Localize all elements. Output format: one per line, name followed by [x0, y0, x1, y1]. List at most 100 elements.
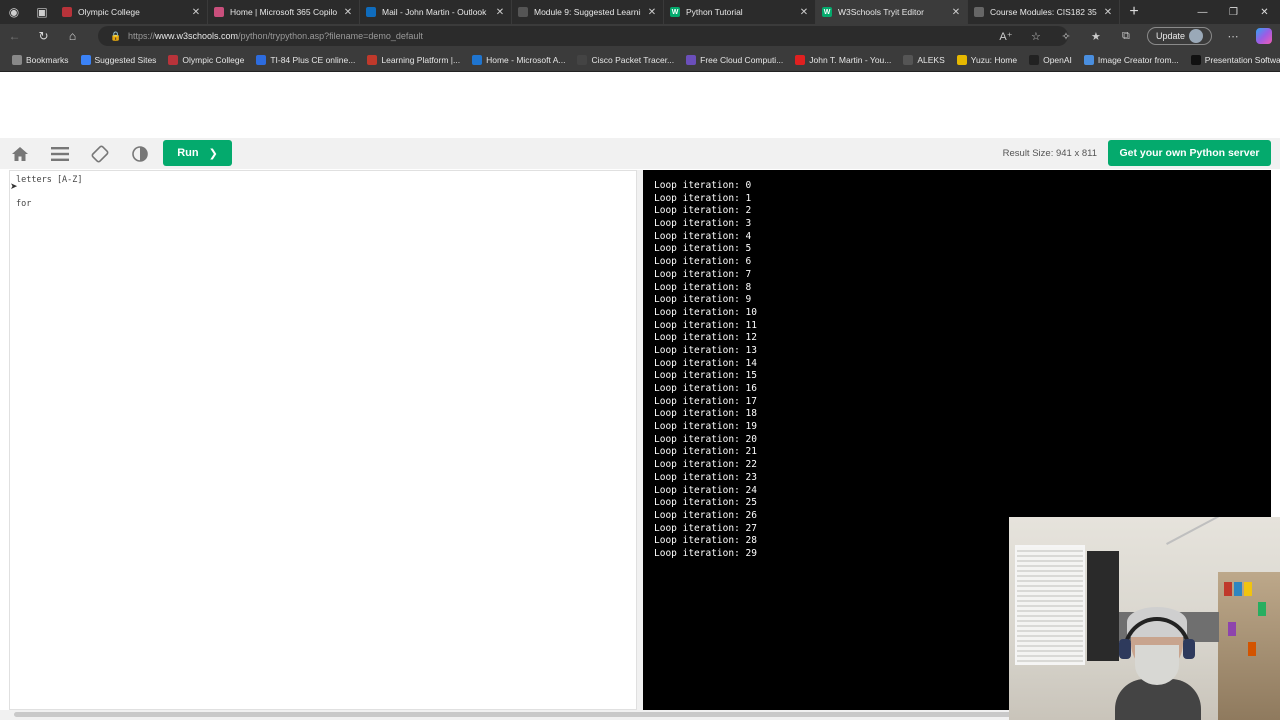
headset-ear-right — [1183, 639, 1195, 659]
dark-mode-icon[interactable] — [120, 138, 160, 169]
copilot-icon[interactable] — [1256, 28, 1272, 44]
bookmark-label: Suggested Sites — [94, 54, 157, 65]
webcam-overlay — [1009, 517, 1280, 720]
tab-close-icon[interactable]: ✕ — [951, 7, 961, 18]
bookmark-label: OpenAI — [1043, 54, 1072, 65]
tab-favicon-icon: W — [822, 7, 832, 17]
back-icon[interactable]: ← — [0, 24, 29, 48]
output-line: Loop iteration: 4 — [654, 230, 752, 242]
bookmark-item[interactable]: TI-84 Plus CE online... — [250, 48, 361, 72]
code-line: for — [16, 199, 32, 209]
bookmark-favicon-icon — [956, 54, 967, 65]
profile-icon[interactable]: ◉ — [0, 0, 28, 24]
more-menu-icon[interactable]: ⋯ — [1218, 30, 1248, 43]
output-line: Loop iteration: 5 — [654, 243, 752, 255]
output-line: Loop iteration: 9 — [654, 294, 752, 306]
bookmark-label: Learning Platform |... — [381, 54, 461, 65]
tab-strip: Olympic College ✕ Home | Microsoft 365 Cop… — [56, 0, 1120, 24]
read-aloud-icon[interactable]: A⁺ — [991, 30, 1021, 43]
tab-close-icon[interactable]: ✕ — [1103, 7, 1113, 18]
bookmark-item[interactable]: Olympic College — [162, 48, 250, 72]
extensions-icon[interactable]: ✧ — [1051, 30, 1081, 43]
output-line: Loop iteration: 29 — [654, 547, 757, 559]
webcam-bookshelf — [1218, 572, 1280, 720]
bookmark-favicon-icon — [367, 54, 378, 65]
tab-close-icon[interactable]: ✕ — [343, 7, 353, 18]
bookmark-label: Free Cloud Computi... — [700, 54, 784, 65]
output-line: Loop iteration: 2 — [654, 205, 752, 217]
tab-actions-icon[interactable]: ▣ — [28, 0, 56, 24]
output-line: Loop iteration: 23 — [654, 471, 757, 483]
tab-title: Home | Microsoft 365 Copilot — [230, 7, 337, 17]
bookmark-favicon-icon — [1190, 54, 1201, 65]
run-button[interactable]: Run ❯ — [163, 140, 232, 166]
bookmark-item[interactable]: Image Creator from... — [1078, 48, 1185, 72]
tryit-home-icon[interactable] — [0, 138, 40, 169]
favorites-icon[interactable]: ★ — [1081, 30, 1111, 43]
lock-icon[interactable]: 🔒 — [110, 31, 121, 42]
output-line: Loop iteration: 18 — [654, 408, 757, 420]
browser-tab[interactable]: Olympic College ✕ — [56, 0, 208, 24]
bookmark-label: Cisco Packet Tracer... — [591, 54, 675, 65]
webcam-person-body — [1115, 679, 1201, 720]
tab-close-icon[interactable]: ✕ — [495, 7, 505, 18]
bookmark-favicon-icon — [168, 54, 179, 65]
tab-favicon-icon: W — [670, 7, 680, 17]
bookmark-label: Home - Microsoft A... — [486, 54, 566, 65]
browser-tab[interactable]: W Python Tutorial ✕ — [664, 0, 816, 24]
bookmark-item[interactable]: John T. Martin - You... — [789, 48, 897, 72]
update-button[interactable]: Update — [1146, 27, 1212, 45]
output-line: Loop iteration: 16 — [654, 383, 757, 394]
output-line: Loop iteration: 11 — [654, 319, 757, 331]
output-line: Loop iteration: 3 — [654, 218, 752, 230]
home-icon[interactable]: ⌂ — [58, 24, 87, 48]
bookmark-item[interactable]: OpenAI — [1023, 48, 1078, 72]
browser-tab[interactable]: Mail - John Martin - Outlook ✕ — [360, 0, 512, 24]
output-line: Loop iteration: 14 — [654, 357, 757, 369]
output-line: Loop iteration: 26 — [654, 509, 757, 521]
code-editor[interactable]: ➤ letters [A-Z] for — [9, 170, 637, 710]
bookmark-item[interactable]: ALEKS — [897, 48, 950, 72]
tab-favicon-icon — [214, 7, 224, 17]
browser-tab[interactable]: W W3Schools Tryit Editor ✕ — [816, 0, 968, 24]
bookmark-item[interactable]: Yuzu: Home — [951, 48, 1023, 72]
output-line: Loop iteration: 24 — [654, 484, 757, 496]
browser-tab[interactable]: Course Modules: CIS182 35529 ✕ — [968, 0, 1120, 24]
url-field[interactable]: 🔒 https://www.w3schools.com/python/trypy… — [98, 26, 1068, 46]
url-prefix: https:// — [128, 31, 156, 41]
bookmark-item[interactable]: Free Cloud Computi... — [680, 48, 789, 72]
bookmark-label: Yuzu: Home — [970, 54, 1018, 65]
get-python-server-button[interactable]: Get your own Python server — [1108, 140, 1271, 166]
bookmark-item[interactable]: Home - Microsoft A... — [466, 48, 571, 72]
minimize-icon[interactable]: — — [1187, 0, 1218, 24]
tab-close-icon[interactable]: ✕ — [647, 7, 657, 18]
tab-title: W3Schools Tryit Editor — [838, 7, 924, 17]
bookmark-favicon-icon — [80, 54, 91, 65]
tab-title: Mail - John Martin - Outlook — [382, 7, 487, 17]
collections-icon[interactable]: ⧉ — [1111, 30, 1141, 43]
menu-icon[interactable] — [40, 138, 80, 169]
tab-title: Python Tutorial — [686, 7, 743, 17]
bookmarks-overflow-icon[interactable]: › — [1262, 48, 1266, 72]
favorite-star-icon[interactable]: ☆ — [1021, 30, 1051, 43]
tab-close-icon[interactable]: ✕ — [799, 7, 809, 18]
close-window-icon[interactable]: ✕ — [1249, 0, 1280, 24]
refresh-icon[interactable]: ↻ — [29, 24, 58, 48]
webcam-person — [1115, 607, 1201, 720]
bookmark-favicon-icon — [1029, 54, 1040, 65]
restore-icon[interactable]: ❐ — [1218, 0, 1249, 24]
rotate-layout-icon[interactable] — [80, 138, 120, 169]
bookmark-item[interactable]: Learning Platform |... — [361, 48, 466, 72]
tab-close-icon[interactable]: ✕ — [191, 7, 201, 18]
bookmark-item[interactable]: Suggested Sites — [75, 48, 163, 72]
bookmark-item[interactable]: Bookmarks — [6, 48, 75, 72]
output-line: Loop iteration: 22 — [654, 459, 757, 471]
browser-tab[interactable]: Home | Microsoft 365 Copilot ✕ — [208, 0, 360, 24]
bookmark-favicon-icon — [686, 54, 697, 65]
bookmark-item[interactable]: Cisco Packet Tracer... — [571, 48, 680, 72]
bookmark-label: John T. Martin - You... — [809, 54, 892, 65]
account-avatar — [1189, 29, 1203, 43]
output-line: Loop iteration: 0 — [654, 180, 752, 191]
browser-tab[interactable]: Module 9: Suggested Learning M ✕ — [512, 0, 664, 24]
new-tab-button[interactable]: + — [1120, 0, 1148, 24]
